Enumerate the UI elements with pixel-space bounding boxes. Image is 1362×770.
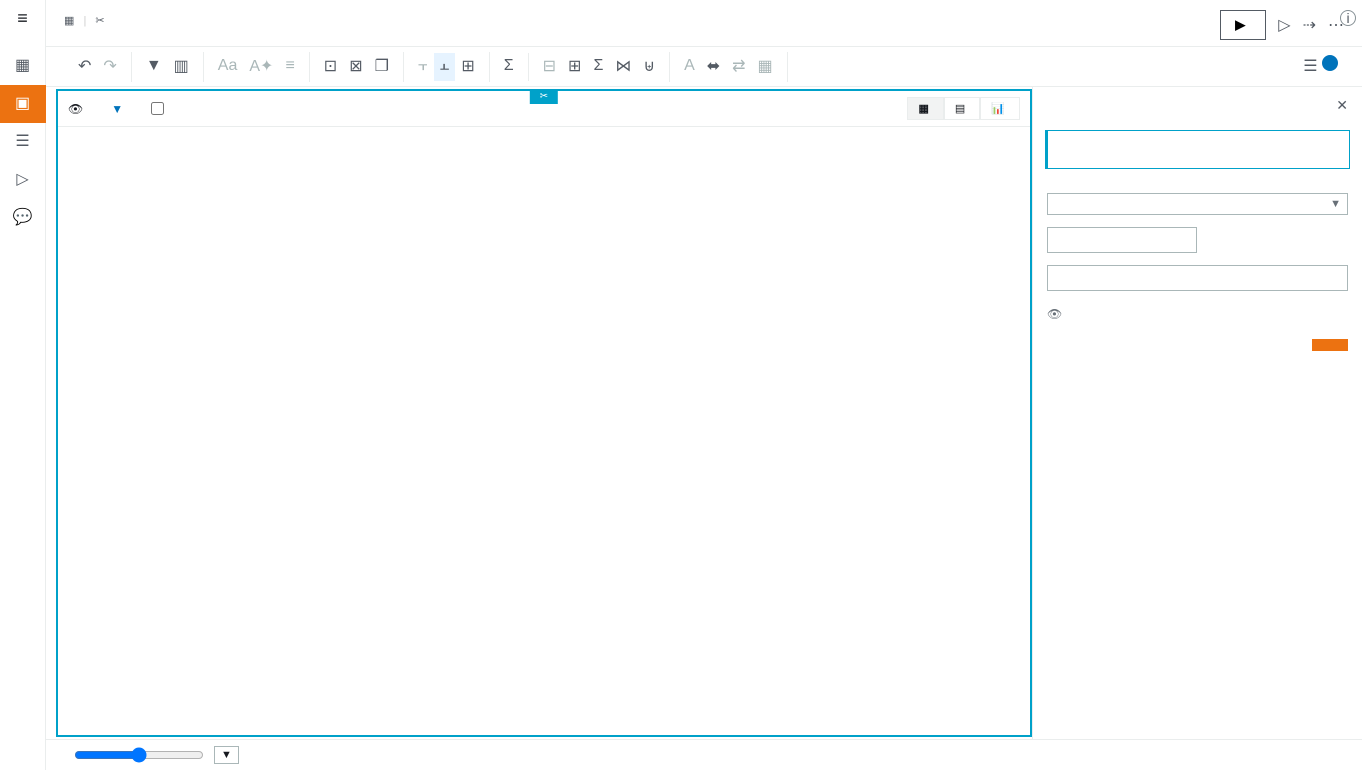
encode-button[interactable]: ▦ xyxy=(752,52,779,82)
group-button[interactable]: Σ xyxy=(587,53,609,81)
create-button[interactable]: ⊞ xyxy=(455,52,480,82)
duplicates-icon: ❐ xyxy=(375,56,389,76)
add-column-dropdown[interactable]: ▼ xyxy=(1047,193,1348,215)
toolbar: ↶ ↷ ▼ ▥ Aa A✦ ≡ ⊡ ⊠ ❐ ⫟ ⫠ ⊞ xyxy=(46,47,1362,87)
redo-button[interactable]: ↷ xyxy=(97,52,122,82)
rail-projects[interactable]: ▣ xyxy=(0,85,46,123)
tab-grid[interactable]: ▦ xyxy=(907,97,943,120)
info-icon[interactable]: i xyxy=(1340,10,1356,26)
scale-icon: ⬌ xyxy=(707,56,720,76)
datasets-icon: ▦ xyxy=(2,55,44,75)
union-icon: ⊎ xyxy=(643,56,655,76)
mapping-button[interactable]: ⇄ xyxy=(726,52,751,82)
zoom-slider[interactable] xyxy=(74,747,204,763)
mapping-icon: ⇄ xyxy=(732,56,745,76)
chevron-down-icon: ▼ xyxy=(1330,198,1341,210)
run-job-button[interactable]: ▶ xyxy=(1220,10,1266,40)
recipe-button[interactable]: ☰ xyxy=(1297,51,1344,82)
create-icon: ⊞ xyxy=(461,56,474,76)
separator-input[interactable] xyxy=(1047,227,1197,253)
left-rail: ≡ ▦ ▣ ☰ ▷ 💬 xyxy=(0,0,46,770)
pivot-icon: ⊞ xyxy=(568,56,581,76)
clean-icon: A✦ xyxy=(249,56,273,76)
recipe-icon: ☰ xyxy=(1303,55,1338,76)
scale-button[interactable]: ⬌ xyxy=(701,52,726,82)
undo-icon: ↶ xyxy=(78,56,91,76)
invalid-button[interactable]: ⊠ xyxy=(343,52,368,82)
undo-button[interactable]: ↶ xyxy=(72,52,97,82)
close-icon[interactable]: ✕ xyxy=(1336,97,1348,114)
apply-button[interactable] xyxy=(1312,339,1348,351)
invalid-icon: ⊠ xyxy=(349,56,362,76)
group-icon: Σ xyxy=(593,57,603,75)
community-icon: 💬 xyxy=(2,207,44,227)
recipes-icon: ☰ xyxy=(2,131,44,151)
split-button[interactable]: ⫟ xyxy=(412,53,434,81)
clean-button[interactable]: A✦ xyxy=(243,52,279,82)
rail-recipes[interactable]: ☰ xyxy=(0,123,46,161)
columns-dropdown[interactable]: ▼ xyxy=(111,102,123,116)
missing-icon: ⊡ xyxy=(324,56,337,76)
tab-schema[interactable]: ▤ xyxy=(944,97,980,120)
cancel-button[interactable] xyxy=(1268,339,1304,351)
job-details-button[interactable]: ▷ xyxy=(1278,15,1290,35)
dataset-icon: ▦ xyxy=(64,15,74,27)
encode-icon: ▦ xyxy=(758,56,773,76)
filter-icon: ▼ xyxy=(146,57,162,75)
play-icon: ▶ xyxy=(1235,17,1245,33)
merge-button[interactable]: ⫠ xyxy=(434,53,456,81)
zoom-dropdown[interactable]: ▼ xyxy=(214,746,239,764)
functions-icon: Σ xyxy=(504,57,514,75)
missing-button[interactable]: ⊡ xyxy=(318,52,343,82)
format-button[interactable]: Aa xyxy=(212,53,244,81)
extract-icon: ≡ xyxy=(285,57,294,75)
format-icon: Aa xyxy=(218,57,238,75)
column-button[interactable]: ▥ xyxy=(168,52,195,82)
newcolumn-input[interactable] xyxy=(1047,265,1348,291)
panel-info xyxy=(1045,130,1350,169)
tab-profile[interactable]: 📊 xyxy=(980,97,1020,120)
split-icon: ⫟ xyxy=(418,57,428,75)
menu-icon[interactable]: ≡ xyxy=(17,8,28,29)
sample-icon: ✂ xyxy=(95,15,104,27)
redo-icon: ↷ xyxy=(103,56,116,76)
rail-datasets[interactable]: ▦ xyxy=(0,47,46,85)
rail-community[interactable]: 💬 xyxy=(0,199,46,237)
merge-panel: ✕ ▼ 👁 xyxy=(1032,87,1362,739)
pivot-button[interactable]: ⊞ xyxy=(562,52,587,82)
eye-icon: 👁 xyxy=(1047,307,1062,321)
unnest-button[interactable]: ⊟ xyxy=(537,52,562,82)
extract-button[interactable]: ≡ xyxy=(279,53,300,81)
duplicates-button[interactable]: ❐ xyxy=(369,52,395,82)
functions-button[interactable]: Σ xyxy=(498,53,520,81)
rail-jobs[interactable]: ▷ xyxy=(0,161,46,199)
lineage-icon: ⇢ xyxy=(1303,15,1316,35)
merge-icon: ⫠ xyxy=(440,57,450,75)
union-button[interactable]: ⊎ xyxy=(637,52,661,82)
text-icon: A xyxy=(684,57,695,75)
preview-shown-toggle[interactable]: 👁 xyxy=(1047,307,1348,321)
text-button[interactable]: A xyxy=(678,53,701,81)
unnest-icon: ⊟ xyxy=(543,56,556,76)
jobs-icon: ▷ xyxy=(2,169,44,189)
lineage-button[interactable]: ⇢ xyxy=(1303,15,1316,35)
projects-icon: ▣ xyxy=(2,93,44,113)
join-icon: ⋈ xyxy=(615,56,631,76)
eye-icon: 👁 xyxy=(68,102,83,116)
view-highlighted-checkbox[interactable] xyxy=(151,102,168,115)
join-button[interactable]: ⋈ xyxy=(609,52,637,82)
job-details-icon: ▷ xyxy=(1278,15,1290,35)
filter-button[interactable]: ▼ xyxy=(140,53,168,81)
sample-tag[interactable]: ✂ xyxy=(530,89,558,104)
column-icon: ▥ xyxy=(174,56,189,76)
